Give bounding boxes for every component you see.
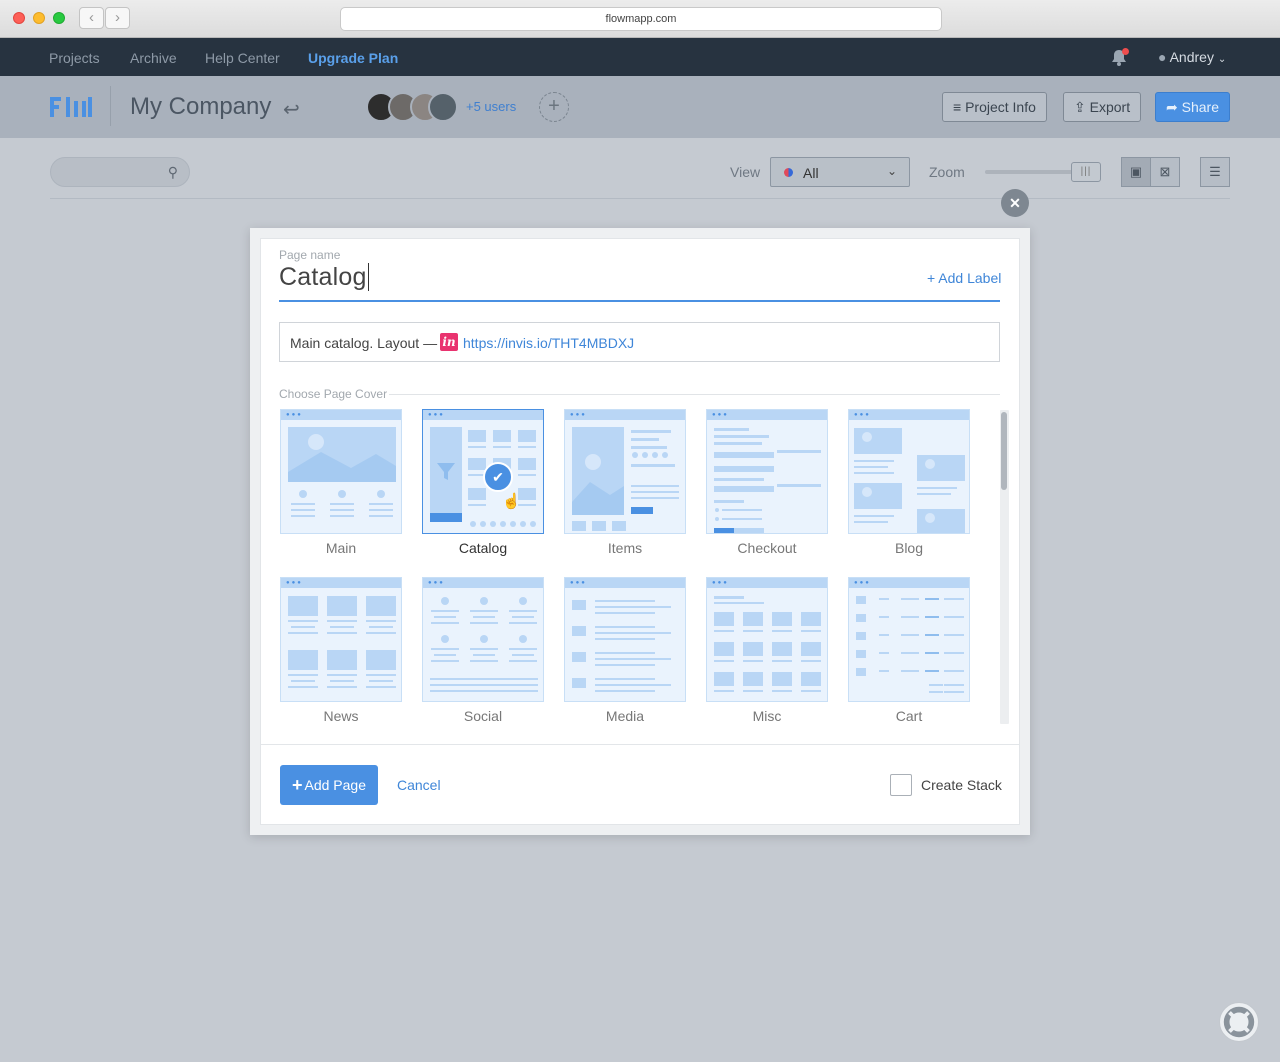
cover-media[interactable]: ●●●: [564, 577, 686, 702]
description-text: Main catalog. Layout —: [290, 335, 438, 351]
hide-covers-toggle[interactable]: ⊠: [1150, 157, 1180, 187]
plus-icon: +: [291, 775, 303, 795]
view-color-icon: [784, 168, 793, 177]
cover-label-social: Social: [463, 708, 503, 724]
maximize-window-button[interactable]: [53, 12, 65, 24]
create-stack-label[interactable]: Create Stack: [921, 777, 1002, 793]
list-icon: ☰: [1209, 164, 1221, 179]
share-label: Share: [1181, 99, 1219, 115]
project-info-button[interactable]: ≡ Project Info: [942, 92, 1047, 122]
nav-archive[interactable]: Archive: [130, 50, 177, 66]
chevron-down-icon: ⌄: [1217, 54, 1227, 65]
zoom-slider-handle[interactable]: |||: [1071, 162, 1101, 182]
cover-label-misc: Misc: [752, 708, 782, 724]
cover-catalog[interactable]: ●●● ✔ ☝: [422, 409, 544, 534]
undo-icon[interactable]: ↩: [283, 97, 300, 122]
cover-blog[interactable]: ●●●: [848, 409, 970, 534]
page-name-input[interactable]: Catalog: [279, 263, 369, 292]
add-user-button[interactable]: +: [539, 92, 569, 122]
modal-footer-divider: [261, 744, 1019, 745]
close-window-button[interactable]: [13, 12, 25, 24]
cover-label-news: News: [323, 708, 359, 724]
search-input[interactable]: ⚲: [50, 157, 190, 187]
address-bar[interactable]: flowmapp.com: [340, 7, 942, 31]
top-nav: Projects Archive Help Center Upgrade Pla…: [0, 38, 1280, 76]
close-modal-button[interactable]: ✕: [1001, 189, 1029, 217]
search-icon: ⚲: [167, 164, 178, 180]
invision-icon: in: [440, 333, 458, 351]
help-lifebuoy-icon[interactable]: [1219, 1002, 1259, 1042]
covers-scrollbar[interactable]: [1000, 410, 1009, 724]
export-button[interactable]: ⇪ Export: [1063, 92, 1142, 122]
view-select[interactable]: All ⌄: [770, 157, 910, 187]
cover-label-items: Items: [607, 540, 643, 556]
cover-label-checkout: Checkout: [737, 540, 797, 556]
create-stack-checkbox[interactable]: [890, 774, 912, 796]
cover-label-media: Media: [605, 708, 645, 724]
view-label: View: [730, 164, 761, 180]
cancel-button[interactable]: Cancel: [397, 777, 441, 793]
cover-label-main: Main: [325, 540, 357, 556]
export-icon: ⇪: [1074, 99, 1086, 115]
project-info-label: Project Info: [965, 99, 1036, 115]
cover-news[interactable]: ●●●: [280, 577, 402, 702]
check-icon: ✔: [483, 462, 513, 492]
cover-checkout[interactable]: ●●●: [706, 409, 828, 534]
image-icon: ▣: [1129, 164, 1143, 179]
toolbar-divider: [50, 198, 1230, 199]
hand-cursor-icon: ☝: [502, 493, 521, 510]
cover-label-cart: Cart: [895, 708, 923, 724]
header-divider: [110, 86, 111, 126]
back-button[interactable]: ‹: [79, 7, 104, 29]
chevron-down-icon: ⌄: [886, 164, 897, 178]
text-caret: [367, 263, 369, 291]
flowmapp-logo-icon[interactable]: [50, 95, 92, 119]
scrollbar-thumb[interactable]: [1001, 412, 1007, 490]
minimize-window-button[interactable]: [33, 12, 45, 24]
user-menu[interactable]: ● Andrey ⌄: [1158, 49, 1226, 65]
add-page-button[interactable]: + Add Page: [280, 765, 378, 805]
cover-main[interactable]: ●●●: [280, 409, 402, 534]
cover-label-blog: Blog: [894, 540, 924, 556]
page-name-underline: [279, 300, 1000, 302]
cover-social[interactable]: ●●●: [422, 577, 544, 702]
share-icon: ➦: [1166, 99, 1178, 115]
cover-items[interactable]: ●●●: [564, 409, 686, 534]
more-users-link[interactable]: +5 users: [466, 99, 516, 114]
show-covers-toggle[interactable]: ▣: [1121, 157, 1151, 187]
cover-section-divider: [389, 394, 1000, 395]
view-select-value: All: [803, 165, 819, 181]
list-icon: ≡: [953, 99, 962, 115]
add-page-label: Add Page: [304, 777, 367, 793]
project-title[interactable]: My Company: [130, 93, 271, 121]
nav-projects[interactable]: Projects: [49, 50, 100, 66]
image-off-icon: ⊠: [1159, 164, 1171, 179]
list-view-button[interactable]: ☰: [1200, 157, 1230, 187]
page-name-label: Page name: [279, 248, 341, 262]
nav-upgrade-plan[interactable]: Upgrade Plan: [308, 50, 398, 66]
notification-dot: [1122, 48, 1129, 55]
forward-button[interactable]: ›: [105, 7, 130, 29]
cover-label-catalog: Catalog: [458, 540, 508, 556]
user-avatar-icon: ●: [1158, 49, 1167, 65]
add-label-link[interactable]: + Add Label: [927, 270, 1001, 286]
description-link[interactable]: https://invis.io/THT4MBDXJ: [463, 335, 634, 351]
cover-section-label: Choose Page Cover: [279, 387, 388, 401]
zoom-label: Zoom: [929, 164, 965, 180]
share-button[interactable]: ➦ Share: [1155, 92, 1230, 122]
cover-cart[interactable]: ●●●: [848, 577, 970, 702]
user-name: Andrey: [1169, 49, 1214, 65]
cover-misc[interactable]: ●●●: [706, 577, 828, 702]
description-input[interactable]: Main catalog. Layout — in https://invis.…: [279, 322, 1000, 362]
export-label: Export: [1089, 99, 1131, 115]
user-avatars[interactable]: [366, 92, 458, 122]
avatar: [428, 92, 458, 122]
nav-help-center[interactable]: Help Center: [205, 50, 280, 66]
page-name-value: Catalog: [279, 263, 367, 291]
